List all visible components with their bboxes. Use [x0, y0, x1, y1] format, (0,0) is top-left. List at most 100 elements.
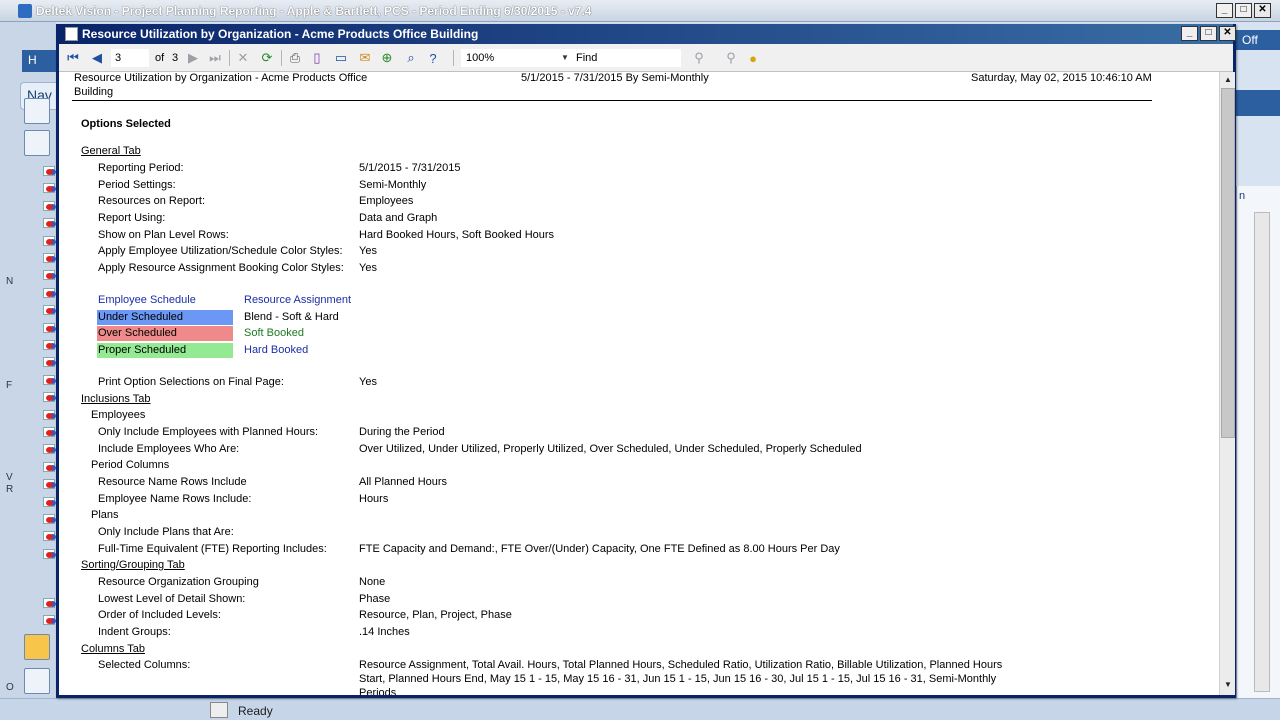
report-list-item-icon[interactable] — [43, 479, 55, 489]
report-close-button[interactable]: ✕ — [1219, 26, 1236, 41]
option-label: Full-Time Equivalent (FTE) Reporting Inc… — [98, 543, 327, 555]
report-list-item-icon[interactable] — [43, 253, 55, 263]
next-page-icon[interactable]: ▶ — [185, 50, 201, 66]
scroll-up-icon[interactable]: ▲ — [1222, 74, 1234, 86]
general-tab-heading: General Tab — [81, 145, 141, 157]
report-viewer-window: Resource Utilization by Organization - A… — [56, 24, 1236, 698]
option-label: Selected Columns: — [98, 659, 191, 671]
stop-icon[interactable]: ✕ — [235, 50, 251, 66]
report-list-item-icon[interactable] — [43, 288, 55, 298]
employees-heading: Employees — [91, 409, 146, 421]
page-number-input[interactable]: 3 — [111, 49, 149, 67]
report-list-item-icon[interactable] — [43, 549, 55, 559]
page-total: 3 — [172, 52, 179, 64]
background-right-panel: Off n — [1236, 22, 1280, 720]
find-input[interactable]: Find — [571, 49, 681, 67]
find-binoculars-icon[interactable]: ⚲ — [691, 50, 707, 66]
toolbar-separator — [281, 50, 282, 66]
app-close-button[interactable]: ✕ — [1254, 3, 1271, 18]
option-label: Apply Resource Assignment Booking Color … — [98, 262, 344, 274]
tools-icon[interactable] — [24, 668, 50, 694]
search-icon[interactable]: ⌕ — [403, 50, 419, 66]
report-minimize-button[interactable]: _ — [1181, 26, 1198, 41]
highlight-icon[interactable]: ● — [745, 50, 761, 66]
app-titlebar: Deltek Vision - Project Planning Reporti… — [0, 0, 1280, 22]
report-list-item-icon[interactable] — [43, 497, 55, 507]
report-list-item-icon[interactable] — [43, 166, 55, 176]
option-value: Yes — [359, 262, 377, 274]
export-data-icon[interactable]: ⊕ — [379, 50, 395, 66]
option-value: Yes — [359, 376, 377, 388]
reports-icon[interactable] — [24, 130, 50, 156]
export-icon[interactable]: ✉ — [357, 50, 373, 66]
option-label: Period Settings: — [98, 179, 176, 191]
chevron-down-icon[interactable]: ▼ — [559, 49, 571, 67]
report-list-item-icon[interactable] — [43, 323, 55, 333]
option-label: Only Include Plans that Are: — [98, 526, 234, 538]
app-title: Deltek Vision - Project Planning Reporti… — [36, 4, 592, 18]
report-maximize-button[interactable]: □ — [1200, 26, 1217, 41]
report-list-item-icon[interactable] — [43, 375, 55, 385]
hardhat-icon[interactable] — [24, 634, 50, 660]
report-list-item-icon[interactable] — [43, 340, 55, 350]
report-list-item-icon[interactable] — [43, 462, 55, 472]
deltek-logo-icon — [18, 4, 32, 18]
last-page-icon[interactable]: ⏭ — [207, 50, 223, 66]
option-label: Include Employees Who Are: — [98, 443, 240, 455]
option-value: Yes — [359, 245, 377, 257]
toolbar-separator — [453, 50, 454, 66]
print-layout-icon[interactable]: ▭ — [333, 50, 349, 66]
report-window-title: Resource Utilization by Organization - A… — [82, 27, 479, 41]
report-scrollbar[interactable]: ▲ ▼ — [1219, 72, 1235, 695]
off-tab[interactable]: Off — [1236, 30, 1280, 50]
report-list-item-icon[interactable] — [43, 514, 55, 524]
report-list-item-icon[interactable] — [43, 427, 55, 437]
report-list-item-icon[interactable] — [43, 305, 55, 315]
home-tab[interactable]: H — [22, 50, 60, 72]
option-label: Resource Organization Grouping — [98, 576, 259, 588]
print-icon[interactable]: ⎙ — [287, 50, 303, 66]
selected-columns-line2: Start, Planned Hours End, May 15 1 - 15,… — [359, 673, 997, 685]
report-list-item-icon[interactable] — [43, 357, 55, 367]
report-list-item-icon[interactable] — [43, 615, 55, 625]
edge-char-4: R — [6, 484, 14, 495]
report-list-item-icon[interactable] — [43, 531, 55, 541]
first-page-icon[interactable]: ⏮ — [65, 50, 81, 66]
edit-icon — [210, 702, 228, 718]
report-list-item-icon[interactable] — [43, 218, 55, 228]
find-next-icon[interactable]: ⚲ — [723, 50, 739, 66]
scroll-down-icon[interactable]: ▼ — [1222, 679, 1234, 691]
home-tab-label: H — [28, 53, 37, 67]
option-value: Semi-Monthly — [359, 179, 427, 191]
option-value: Hours — [359, 493, 389, 505]
option-label: Resources on Report: — [98, 195, 205, 207]
app-minimize-button[interactable]: _ — [1216, 3, 1233, 18]
toolbar-separator — [229, 50, 230, 66]
app-maximize-button[interactable]: □ — [1235, 3, 1252, 18]
report-list-item-icon[interactable] — [43, 444, 55, 454]
report-list-item-icon[interactable] — [43, 183, 55, 193]
report-list-item-icon[interactable] — [43, 201, 55, 211]
report-list-item-icon[interactable] — [43, 392, 55, 402]
option-value: Phase — [359, 593, 391, 605]
right-panel-scrollbar[interactable] — [1254, 212, 1270, 692]
edge-char-5: O — [6, 682, 14, 693]
help-icon[interactable]: ? — [425, 50, 441, 66]
legend-soft-booked: Soft Booked — [244, 327, 304, 339]
report-toolbar: ⏮ ◀ 3 of 3 ▶ ⏭ ✕ ⟳ ⎙ ▯ ▭ ✉ ⊕ ⌕ ? 100% ▼ … — [59, 44, 1233, 72]
scroll-thumb[interactable] — [1221, 88, 1235, 438]
report-list-item-icon[interactable] — [43, 270, 55, 280]
zoom-select[interactable]: 100% — [461, 49, 571, 67]
previous-page-icon[interactable]: ◀ — [89, 50, 105, 66]
planning-icon[interactable] — [24, 98, 50, 124]
refresh-icon[interactable]: ⟳ — [259, 50, 275, 66]
option-value: Over Utilized, Under Utilized, Properly … — [359, 443, 862, 455]
report-list-item-icon[interactable] — [43, 410, 55, 420]
report-list-item-icon[interactable] — [43, 236, 55, 246]
page-setup-icon[interactable]: ▯ — [309, 50, 325, 66]
period-columns-heading: Period Columns — [91, 459, 170, 471]
report-list-item-icon[interactable] — [43, 598, 55, 608]
option-label: Show on Plan Level Rows: — [98, 229, 229, 241]
option-value: FTE Capacity and Demand:, FTE Over/(Unde… — [359, 543, 840, 555]
option-value: 5/1/2015 - 7/31/2015 — [359, 162, 461, 174]
